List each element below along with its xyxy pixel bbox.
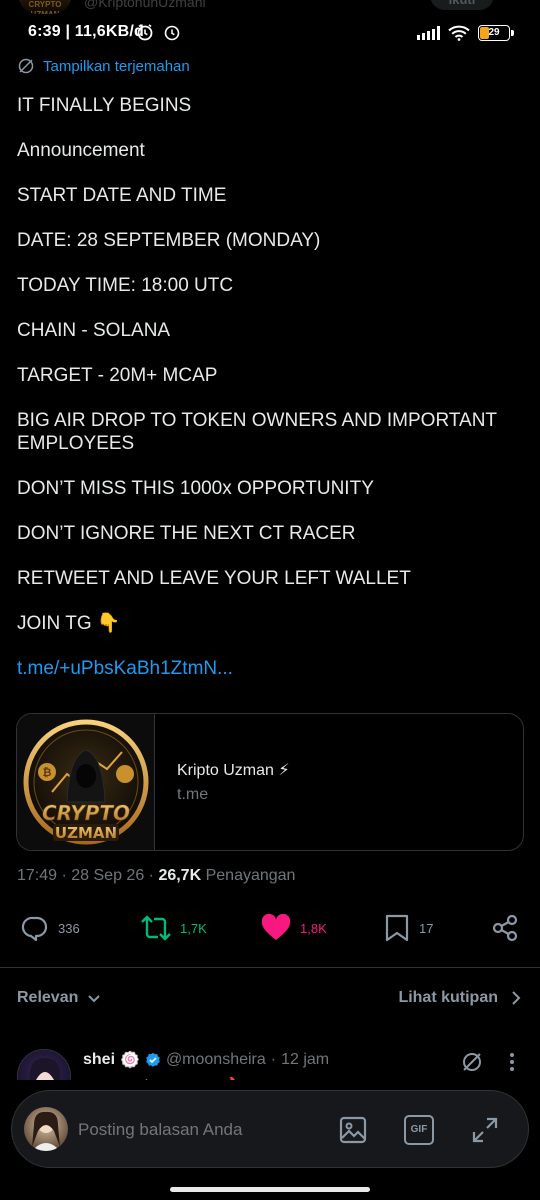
tweet-date: 28 Sep 26 <box>71 867 145 884</box>
repost-icon <box>141 915 171 941</box>
image-icon[interactable] <box>338 1115 368 1145</box>
tweet-line: DON’T IGNORE THE NEXT CT RACER <box>17 522 356 544</box>
bookmark-button[interactable]: 17 <box>383 908 433 948</box>
reply-author-handle: @moonsheira <box>165 1051 266 1068</box>
views-count: 26,7K <box>158 867 202 884</box>
tweet-line: DATE: 28 SEPTEMBER (MONDAY) <box>17 230 321 251</box>
tweet-line: START DATE AND TIME <box>17 185 227 206</box>
action-bar: 336 1,7K 1,8K 17 <box>0 908 540 952</box>
share-button[interactable] <box>490 908 520 948</box>
like-button[interactable]: 1,8K <box>260 908 327 948</box>
telegram-link[interactable]: t.me/+uPbsKaBh1ZtmN... <box>17 658 522 681</box>
status-icons: 29 <box>417 24 514 42</box>
tweet-line: JOIN TG 👇 <box>17 612 121 634</box>
bookmark-count: 17 <box>419 920 434 936</box>
clock-time: 6:39 <box>28 23 61 40</box>
follow-button-partial[interactable]: Ikuti <box>430 0 494 10</box>
clock-icon <box>164 25 180 41</box>
user-avatar <box>24 1107 68 1151</box>
collapsed-header: CRYPTO UZMAN @KriptonunUzmani Ikuti <box>0 0 540 18</box>
reply-separator: · <box>270 1051 277 1068</box>
tweet-line: BIG AIR DROP TO TOKEN OWNERS AND IMPORTA… <box>17 410 497 454</box>
heart-icon <box>261 913 291 940</box>
card-image: ₿ CRYPTO UZMAN <box>17 714 155 850</box>
sort-dropdown[interactable]: Relevan <box>17 989 102 1007</box>
reply-header: shei 🍥 @moonsheira · 12 jam <box>83 1050 329 1070</box>
tweet-meta: 17:49 · 28 Sep 26 · 26,7K Penayangan <box>17 867 296 884</box>
share-icon <box>492 914 518 942</box>
tweet-line: RETWEET AND LEAVE YOUR LEFT WALLET <box>17 567 411 589</box>
reply-icon <box>21 916 48 942</box>
link-preview-card[interactable]: ₿ CRYPTO UZMAN Kripto Uzman ⚡ t.me <box>16 713 524 851</box>
gif-button[interactable]: GIF <box>404 1115 434 1145</box>
network-speed: 11,6KB/d <box>74 23 144 40</box>
profile-avatar-partial[interactable]: CRYPTO UZMAN <box>18 0 72 14</box>
reply-count: 336 <box>58 920 80 936</box>
logo-text-top: CRYPTO <box>42 801 130 825</box>
name-emoji: 🍥 <box>120 1052 140 1069</box>
expand-icon[interactable] <box>470 1115 500 1145</box>
translate-label: Tampilkan terjemahan <box>43 57 190 75</box>
divider <box>0 967 540 968</box>
tweet-line: TARGET - 20M+ MCAP <box>17 365 218 386</box>
logo-text-bottom: UZMAN <box>55 824 117 842</box>
card-title: Kripto Uzman ⚡ <box>177 762 290 779</box>
battery-percent: 29 <box>488 27 500 38</box>
reply-button[interactable]: 336 <box>20 908 80 948</box>
repost-count: 1,7K <box>180 920 207 936</box>
signal-icon <box>417 26 440 40</box>
tweet-line: IT FINALLY BEGINS <box>17 95 192 116</box>
tweet-time: 17:49 <box>17 867 58 884</box>
tweet-text: IT FINALLY BEGINS Announcement START DAT… <box>17 95 522 703</box>
alarm-icon <box>137 24 153 41</box>
reply-input[interactable]: Posting balasan Anda <box>78 1120 242 1140</box>
battery-icon: 29 <box>478 25 514 41</box>
status-bar: CRYPTO UZMAN @KriptonunUzmani Ikuti 6:39… <box>0 0 540 50</box>
author-handle-partial[interactable]: @KriptonunUzmani <box>84 0 206 10</box>
chevron-down-icon <box>88 995 101 1003</box>
reply-time: 12 jam <box>281 1051 330 1068</box>
avatar-logo-text: CRYPTO UZMAN <box>28 0 62 14</box>
sort-label: Relevan <box>17 989 79 1006</box>
more-options-icon[interactable] <box>505 1050 519 1074</box>
crypto-uzman-logo: ₿ CRYPTO UZMAN <box>23 719 149 845</box>
reply-composer[interactable]: Posting balasan Anda GIF <box>11 1090 529 1168</box>
card-domain: t.me <box>177 786 209 803</box>
clock: 6:39 | 11,6KB/d <box>28 23 144 40</box>
bookmark-icon <box>385 914 409 942</box>
view-quotes-label: Lihat kutipan <box>398 989 498 1006</box>
views-label: Penayangan <box>205 867 296 884</box>
view-quotes-link[interactable]: Lihat kutipan <box>398 989 522 1007</box>
wifi-icon <box>448 25 470 41</box>
tweet-line: Announcement <box>17 140 145 161</box>
translate-icon <box>18 58 34 74</box>
user-avatar-image <box>32 1111 60 1151</box>
svg-text:₿: ₿ <box>43 766 52 779</box>
chevron-right-icon <box>512 991 521 1005</box>
translate-link[interactable]: Tampilkan terjemahan <box>17 57 190 75</box>
reply-author-name[interactable]: shei <box>83 1051 115 1069</box>
home-indicator[interactable] <box>170 1187 370 1192</box>
like-count: 1,8K <box>300 920 327 936</box>
tweet-line: DON’T MISS THIS 1000x OPPORTUNITY <box>17 477 374 499</box>
grok-icon[interactable] <box>460 1050 484 1074</box>
verified-badge-icon <box>146 1052 160 1067</box>
tweet-line: CHAIN - SOLANA <box>17 320 171 341</box>
repost-button[interactable]: 1,7K <box>140 908 207 948</box>
tweet-line: TODAY TIME: 18:00 UTC <box>17 275 234 296</box>
